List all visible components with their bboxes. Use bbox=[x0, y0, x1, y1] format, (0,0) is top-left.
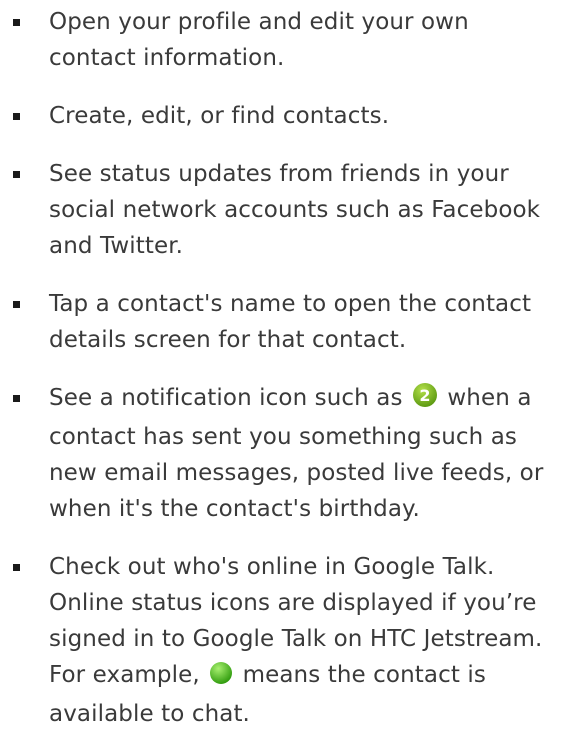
list-item: See status updates from friends in your … bbox=[0, 156, 565, 264]
notification-count-badge-icon: 2 bbox=[412, 382, 438, 419]
list-item-text-before: See a notification icon such as bbox=[49, 385, 403, 411]
list-item-text: Open your profile and edit your own cont… bbox=[49, 9, 469, 71]
bullet-icon bbox=[13, 301, 20, 308]
bullet-icon bbox=[13, 564, 20, 571]
list-item: Tap a contact's name to open the contact… bbox=[0, 286, 565, 358]
list-item: See a notification icon such as 2 when a… bbox=[0, 380, 565, 527]
bullet-icon bbox=[13, 395, 20, 402]
list-item: Create, edit, or find contacts. bbox=[0, 98, 565, 134]
bullet-icon bbox=[13, 113, 20, 120]
list-item: Open your profile and edit your own cont… bbox=[0, 4, 565, 76]
list-item-text: Check out who's online in Google Talk. O… bbox=[49, 549, 561, 732]
list-item-text: Tap a contact's name to open the contact… bbox=[49, 291, 532, 353]
list-item-text: See a notification icon such as 2 when a… bbox=[49, 380, 561, 527]
list-item: Check out who's online in Google Talk. O… bbox=[0, 549, 565, 732]
bullet-list: Open your profile and edit your own cont… bbox=[0, 4, 565, 754]
online-status-icon bbox=[209, 660, 233, 696]
bullet-icon bbox=[13, 171, 20, 178]
list-item-text: Create, edit, or find contacts. bbox=[49, 103, 390, 129]
badge-count: 2 bbox=[419, 386, 430, 405]
bullet-icon bbox=[13, 19, 20, 26]
list-item-text: See status updates from friends in your … bbox=[49, 161, 541, 259]
